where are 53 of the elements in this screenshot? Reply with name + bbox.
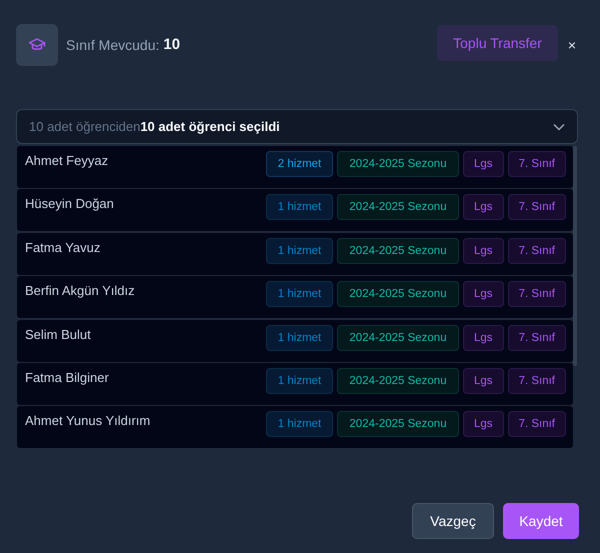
tag-badge: 1 hizmet — [266, 194, 334, 220]
student-name: Ahmet Feyyaz — [25, 153, 110, 168]
student-row[interactable]: Ahmet Feyyaz 2 hizmet 2024-2025 Sezonu Lgs 7. Sınıf — [17, 146, 573, 188]
tag-badge: 7. Sınıf — [508, 324, 566, 351]
tag-badge: 2024-2025 Sezonu — [337, 151, 460, 177]
tag-badge: 1 hizmet — [266, 411, 334, 438]
tag-badge: Lgs — [463, 368, 504, 394]
tag-badge: 2024-2025 Sezonu — [337, 411, 460, 438]
scrollbar[interactable] — [573, 146, 577, 366]
student-name: Selim Bulut — [25, 326, 92, 342]
cancel-button[interactable]: Vazgeç — [412, 503, 494, 539]
tag-badge: 1 hizmet — [266, 324, 334, 351]
student-name: Fatma Bilginer — [25, 370, 110, 385]
tag-badge: 2 hizmet — [266, 151, 334, 177]
tag-badge: 2024-2025 Sezonu — [337, 368, 460, 394]
tag-badge: 7. Sınıf — [508, 411, 566, 438]
selected-count-text: 10 adet öğrenci seçildi — [140, 119, 280, 134]
student-name: Fatma Yavuz — [25, 240, 102, 255]
student-row[interactable]: Berfin Akgün Yıldız 1 hizmet 2024-2025 Sezonu Lgs 7. Sınıf — [17, 276, 573, 318]
class-size-label: Sınıf Mevcudu: — [66, 36, 160, 52]
tag-badge: 2024-2025 Sezonu — [337, 238, 460, 264]
student-row[interactable]: Hüseyin Doğan 1 hizmet 2024-2025 Sezonu Lgs 7. Sınıf — [17, 189, 573, 232]
tag-badge: 7. Sınıf — [508, 281, 566, 308]
tag-badge: 7. Sınıf — [508, 368, 566, 394]
tag-badge: 7. Sınıf — [508, 194, 566, 220]
tag-badge: 1 hizmet — [266, 238, 334, 264]
student-select-dropdown[interactable]: 10 adet öğrenciden10 adet öğrenci seçildi — [16, 109, 578, 144]
graduation-cap-icon — [16, 24, 58, 66]
tag-badge: Lgs — [463, 324, 504, 351]
tag-badge: Lgs — [463, 194, 504, 220]
student-name: Hüseyin Doğan — [25, 196, 115, 212]
tag-badge: 2024-2025 Sezonu — [337, 281, 460, 308]
tag-badge: 7. Sınıf — [508, 151, 566, 177]
chevron-down-icon — [553, 122, 565, 130]
student-name: Ahmet Yunus Yıldırım — [25, 413, 152, 428]
tag-badge: 7. Sınıf — [508, 238, 566, 264]
tag-badge: Lgs — [463, 281, 504, 308]
close-button[interactable]: × — [566, 36, 578, 52]
student-row[interactable]: Fatma Yavuz 1 hizmet 2024-2025 Sezonu Lgs 7. Sınıf — [17, 232, 573, 275]
student-row[interactable]: Fatma Bilginer 1 hizmet 2024-2025 Sezonu Lgs 7. Sınıf — [17, 362, 573, 405]
class-size-count: 10 — [163, 36, 180, 53]
tag-badge: Lgs — [463, 151, 504, 177]
tag-badge: 2024-2025 Sezonu — [337, 194, 460, 220]
tag-badge: 1 hizmet — [266, 368, 334, 394]
save-button[interactable]: Kaydet — [503, 503, 579, 539]
student-row[interactable]: Ahmet Yunus Yıldırım 1 hizmet 2024-2025 Sezonu Lgs 7. Sınıf — [17, 406, 573, 448]
tag-badge: 1 hizmet — [266, 281, 334, 308]
select-prefix: 10 adet öğrenciden — [29, 119, 140, 134]
student-row[interactable]: Selim Bulut 1 hizmet 2024-2025 Sezonu Lgs 7. Sınıf — [17, 320, 573, 362]
student-name: Berfin Akgün Yıldız — [25, 283, 136, 298]
tag-badge: Lgs — [463, 411, 504, 438]
tag-badge: 2024-2025 Sezonu — [337, 324, 460, 351]
tag-badge: Lgs — [463, 238, 504, 264]
